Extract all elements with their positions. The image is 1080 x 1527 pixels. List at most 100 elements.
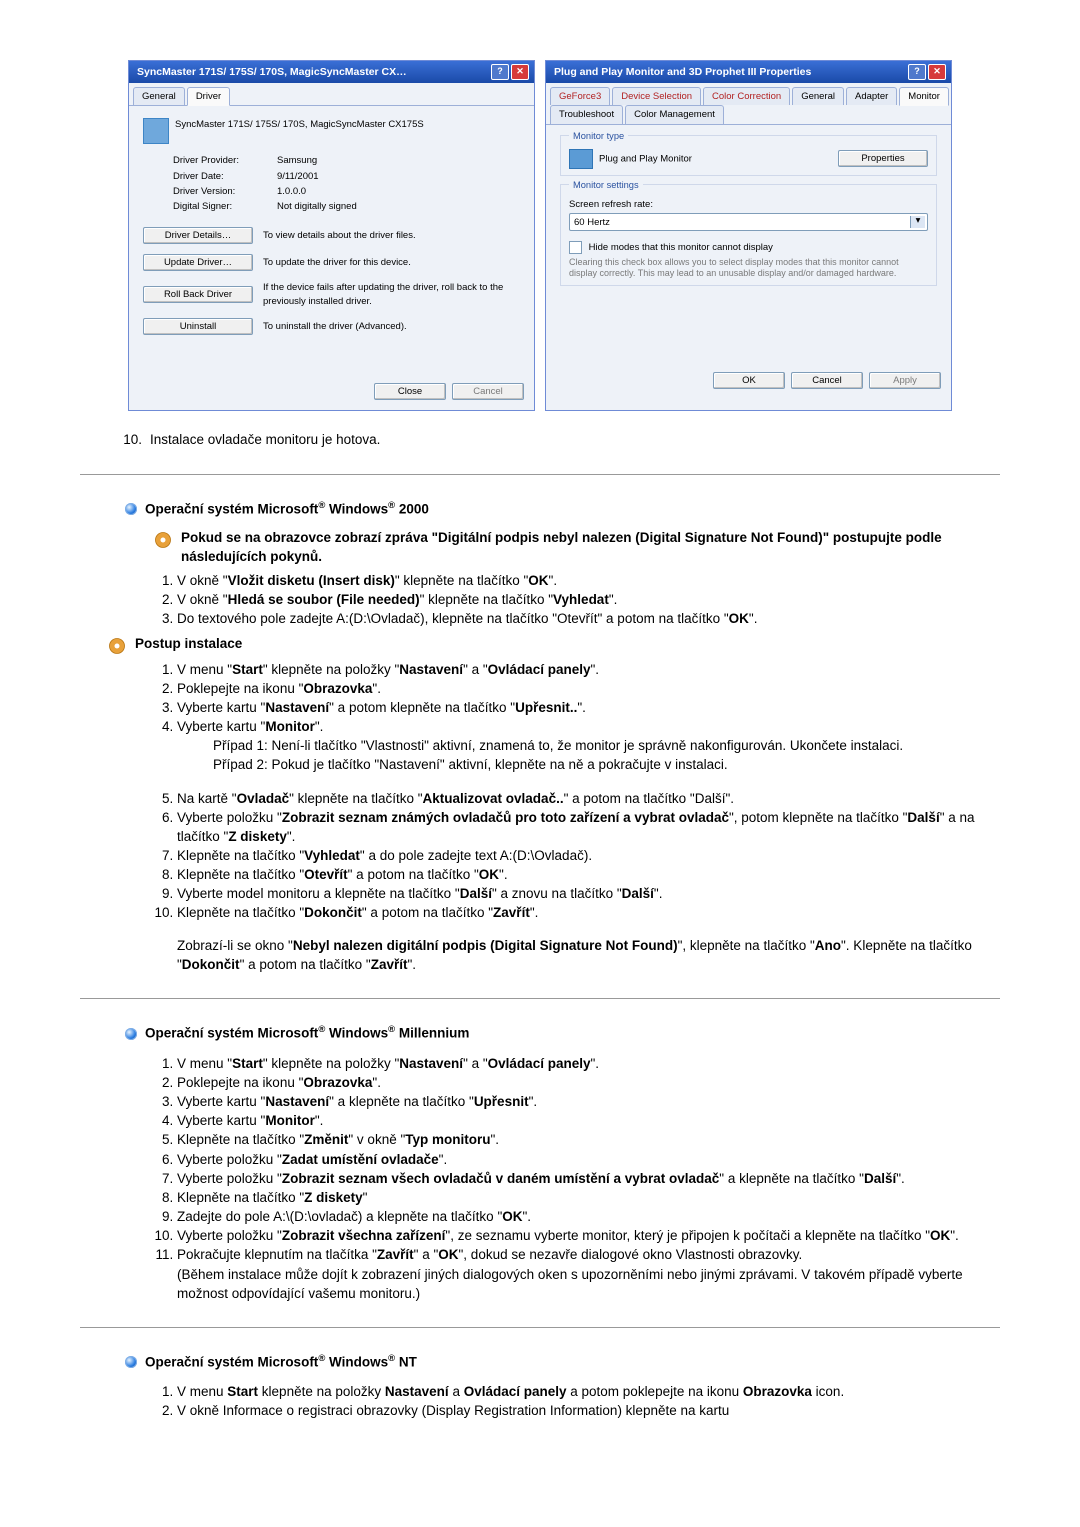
tab-geforce3[interactable]: GeForce3 xyxy=(550,87,610,105)
monitor-properties-dialog: Plug and Play Monitor and 3D Prophet III… xyxy=(545,60,952,411)
properties-dialogs-row: SyncMaster 171S/ 175S/ 170S, MagicSyncMa… xyxy=(80,60,1000,411)
bullet-icon xyxy=(125,1356,137,1368)
gear-icon xyxy=(107,636,127,656)
bullet-icon xyxy=(125,503,137,515)
list-item: Klepněte na tlačítko "Dokončit" a potom … xyxy=(177,903,980,922)
list-item: Vyberte kartu "Monitor". xyxy=(177,1111,980,1130)
refresh-rate-label: Screen refresh rate: xyxy=(569,198,928,211)
winnt-heading: Operační systém Microsoft® Windows® NT xyxy=(125,1352,980,1372)
list-item: Na kartě "Ovladač" klepněte na tlačítko … xyxy=(177,789,980,808)
list-item: Poklepejte na ikonu "Obrazovka". xyxy=(177,1073,980,1092)
refresh-rate-value: 60 Hertz xyxy=(574,216,610,229)
win2000-heading: Operační systém Microsoft® Windows® 2000 xyxy=(125,499,980,519)
list-item: Vyberte položku "Zobrazit seznam známých… xyxy=(177,808,980,846)
monitor-type-value: Plug and Play Monitor xyxy=(599,153,692,164)
list-item: Zadejte do pole A:\(D:\ovladač) a klepně… xyxy=(177,1207,980,1226)
section-divider xyxy=(80,1327,1000,1328)
cancel-button: Cancel xyxy=(452,383,524,400)
dropdown-arrow-icon: ▾ xyxy=(910,216,925,228)
tab-general[interactable]: General xyxy=(133,87,185,105)
driver-properties-dialog: SyncMaster 171S/ 175S/ 170S, MagicSyncMa… xyxy=(128,60,535,411)
tab-monitor2[interactable]: Monitor xyxy=(899,87,949,106)
tab-adapter[interactable]: Adapter xyxy=(846,87,897,105)
list-item: Pokračujte klepnutím na tlačítka "Zavřít… xyxy=(177,1245,980,1302)
tab-troubleshoot[interactable]: Troubleshoot xyxy=(550,105,623,123)
list-item: Klepněte na tlačítko "Vyhledat" a do pol… xyxy=(177,846,980,865)
ok-button[interactable]: OK xyxy=(713,372,785,389)
version-value: 1.0.0.0 xyxy=(277,185,520,198)
postup-heading: Postup instalace xyxy=(135,635,242,654)
group-monitor-settings: Monitor settings xyxy=(569,179,643,192)
list-item: Klepněte na tlačítko "Změnit" v okně "Ty… xyxy=(177,1130,980,1149)
list-item: Vyberte položku "Zobrazit seznam všech o… xyxy=(177,1169,980,1188)
cancel-button-2[interactable]: Cancel xyxy=(791,372,863,389)
dsnf-note: Zobrazí-li se okno "Nebyl nalezen digitá… xyxy=(177,937,980,975)
tab-color-mgmt[interactable]: Color Management xyxy=(625,105,724,123)
digsig-intro: Pokud se na obrazovce zobrazí zpráva "Di… xyxy=(181,530,942,564)
update-desc: To update the driver for this device. xyxy=(263,256,520,269)
uninstall-desc: To uninstall the driver (Advanced). xyxy=(263,320,520,333)
list-item: V okně "Vložit disketu (Insert disk)" kl… xyxy=(177,571,980,590)
provider-label: Driver Provider: xyxy=(173,154,263,167)
provider-value: Samsung xyxy=(277,154,520,167)
winme-list: V menu "Start" klepněte na položky "Nast… xyxy=(135,1054,980,1303)
postup-list: V menu "Start" klepněte na položky "Nast… xyxy=(135,660,980,775)
step-10-text: Instalace ovladače monitoru je hotova. xyxy=(150,431,380,450)
rollback-desc: If the device fails after updating the d… xyxy=(263,281,520,308)
update-driver-button[interactable]: Update Driver… xyxy=(143,254,253,271)
refresh-rate-dropdown[interactable]: 60 Hertz ▾ xyxy=(569,213,928,231)
model-name: SyncMaster 171S/ 175S/ 170S, MagicSyncMa… xyxy=(175,116,424,144)
rollback-driver-button[interactable]: Roll Back Driver xyxy=(143,286,253,303)
dialog2-title: Plug and Play Monitor and 3D Prophet III… xyxy=(554,65,811,80)
list-item: Poklepejte na ikonu "Obrazovka". xyxy=(177,679,980,698)
list-item: Vyberte kartu "Nastavení" a potom klepně… xyxy=(177,698,980,717)
list-item: Vyberte položku "Zadat umístění ovladače… xyxy=(177,1150,980,1169)
list-item: Vyberte kartu "Monitor". Případ 1: Není-… xyxy=(177,717,980,774)
winnt-list: V menu Start klepněte na položky Nastave… xyxy=(135,1382,980,1420)
monitor-properties-button[interactable]: Properties xyxy=(838,150,928,167)
step-10-line: 10. Instalace ovladače monitoru je hotov… xyxy=(120,431,1000,450)
close-button[interactable]: Close xyxy=(374,383,446,400)
section-divider xyxy=(80,998,1000,999)
list-item: Klepněte na tlačítko "Otevřít" a potom n… xyxy=(177,865,980,884)
help-button-2[interactable]: ? xyxy=(908,64,926,80)
bullet-icon xyxy=(125,1028,137,1040)
list-item: V okně Informace o registraci obrazovky … xyxy=(177,1401,980,1420)
date-value: 9/11/2001 xyxy=(277,170,520,183)
signer-label: Digital Signer: xyxy=(173,200,263,213)
winme-heading: Operační systém Microsoft® Windows® Mill… xyxy=(125,1023,980,1043)
hide-modes-checkbox[interactable] xyxy=(569,241,582,254)
monitor-glyph-icon xyxy=(569,149,593,169)
tab-driver[interactable]: Driver xyxy=(187,87,230,106)
list-item: Do textového pole zadejte A:(D:\Ovladač)… xyxy=(177,609,980,628)
list-item: V menu Start klepněte na položky Nastave… xyxy=(177,1382,980,1401)
list-item: Vyberte kartu "Nastavení" a klepněte na … xyxy=(177,1092,980,1111)
winme-note: (Během instalace může dojít k zobrazení … xyxy=(177,1267,963,1301)
driver-details-button[interactable]: Driver Details… xyxy=(143,227,253,244)
case-1: Případ 1: Není-li tlačítko "Vlastnosti" … xyxy=(177,736,980,755)
hide-modes-label: Hide modes that this monitor cannot disp… xyxy=(589,243,773,254)
case-2: Případ 2: Pokud je tlačítko "Nastavení" … xyxy=(177,755,980,774)
version-label: Driver Version: xyxy=(173,185,263,198)
gear-icon xyxy=(153,530,173,550)
close-x-button[interactable]: ✕ xyxy=(511,64,529,80)
apply-button: Apply xyxy=(869,372,941,389)
details-desc: To view details about the driver files. xyxy=(263,229,520,242)
date-label: Driver Date: xyxy=(173,170,263,183)
list-item: V okně "Hledá se soubor (File needed)" k… xyxy=(177,590,980,609)
list-item: V menu "Start" klepněte na položky "Nast… xyxy=(177,1054,980,1073)
signer-value: Not digitally signed xyxy=(277,200,520,213)
list-item: Vyberte model monitoru a klepněte na tla… xyxy=(177,884,980,903)
monitor-icon xyxy=(143,118,169,144)
list-item: V menu "Start" klepněte na položky "Nast… xyxy=(177,660,980,679)
tab-device-selection[interactable]: Device Selection xyxy=(612,87,701,105)
list-item: Vyberte položku "Zobrazit všechna zaříze… xyxy=(177,1226,980,1245)
close-x-button-2[interactable]: ✕ xyxy=(928,64,946,80)
uninstall-button[interactable]: Uninstall xyxy=(143,318,253,335)
section-divider xyxy=(80,474,1000,475)
dialog1-title: SyncMaster 171S/ 175S/ 170S, MagicSyncMa… xyxy=(137,65,407,80)
tab-color-correction[interactable]: Color Correction xyxy=(703,87,790,105)
help-button[interactable]: ? xyxy=(491,64,509,80)
group-monitor-type: Monitor type xyxy=(569,130,628,143)
tab-general2[interactable]: General xyxy=(792,87,844,105)
